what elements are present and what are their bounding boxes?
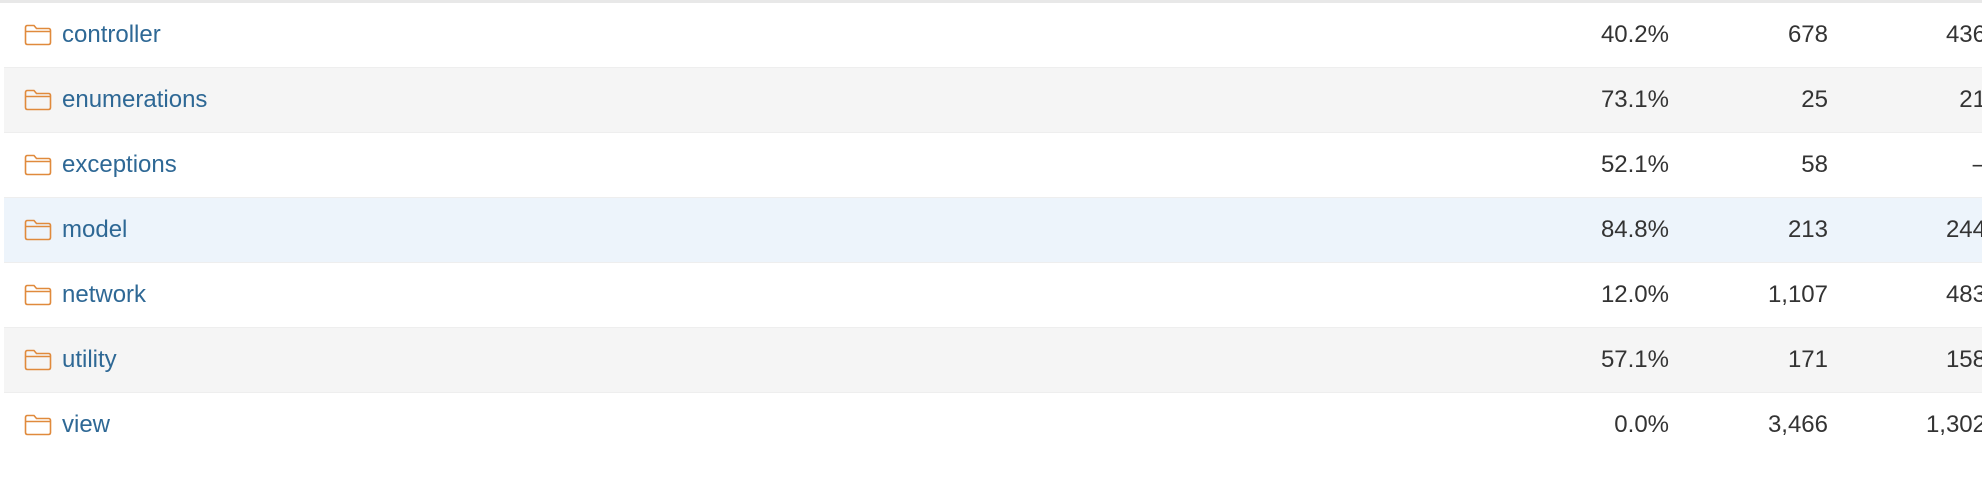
name-cell: enumerations	[24, 68, 207, 132]
count-value: 436	[1945, 21, 1982, 48]
count-value: 21	[1959, 86, 1982, 113]
table-row[interactable]: enumerations 73.1% 25 21	[4, 67, 1982, 132]
table-row[interactable]: model 84.8% 213 244	[4, 197, 1982, 262]
directory-link[interactable]: utility	[62, 346, 117, 374]
count-value: 171	[1787, 346, 1828, 373]
folder-icon	[24, 284, 52, 306]
table-row[interactable]: utility 57.1% 171 158	[4, 327, 1982, 392]
name-cell: exceptions	[24, 133, 177, 197]
table-row[interactable]: network 12.0% 1,107 483	[4, 262, 1982, 327]
folder-icon	[24, 349, 52, 371]
coverage-percent: 73.1%	[1600, 86, 1669, 113]
folder-icon	[24, 89, 52, 111]
coverage-percent: 40.2%	[1600, 21, 1669, 48]
count-value: 678	[1787, 21, 1828, 48]
folder-icon	[24, 219, 52, 241]
directory-link[interactable]: network	[62, 281, 146, 309]
folder-icon	[24, 414, 52, 436]
directory-link[interactable]: exceptions	[62, 151, 177, 179]
coverage-percent: 0.0%	[1614, 411, 1669, 438]
count-value: 58	[1801, 151, 1828, 178]
count-value: 1,302	[1925, 411, 1982, 438]
directory-link[interactable]: view	[62, 411, 110, 439]
directory-link[interactable]: enumerations	[62, 86, 207, 114]
directory-link[interactable]: controller	[62, 21, 161, 49]
table-row[interactable]: view 0.0% 3,466 1,302	[4, 392, 1982, 457]
count-value: 158	[1945, 346, 1982, 373]
name-cell: controller	[24, 3, 161, 67]
count-value: 483	[1945, 281, 1982, 308]
name-cell: model	[24, 198, 127, 262]
name-cell: view	[24, 393, 110, 457]
count-value: 213	[1787, 216, 1828, 243]
folder-icon	[24, 154, 52, 176]
directory-table: controller 40.2% 678 436 enumerations 73…	[4, 3, 1982, 457]
name-cell: utility	[24, 328, 117, 392]
count-value: 244	[1945, 216, 1982, 243]
name-cell: network	[24, 263, 146, 327]
coverage-percent: 52.1%	[1600, 151, 1669, 178]
table-row[interactable]: controller 40.2% 678 436	[4, 3, 1982, 67]
directory-link[interactable]: model	[62, 216, 127, 244]
coverage-percent: 12.0%	[1600, 281, 1669, 308]
table-row[interactable]: exceptions 52.1% 58 –	[4, 132, 1982, 197]
folder-icon	[24, 24, 52, 46]
count-value: 3,466	[1767, 411, 1828, 438]
coverage-percent: 84.8%	[1600, 216, 1669, 243]
coverage-percent: 57.1%	[1600, 346, 1669, 373]
count-value: –	[1826, 133, 1982, 197]
count-value: 25	[1801, 86, 1828, 113]
count-value: 1,107	[1767, 281, 1828, 308]
